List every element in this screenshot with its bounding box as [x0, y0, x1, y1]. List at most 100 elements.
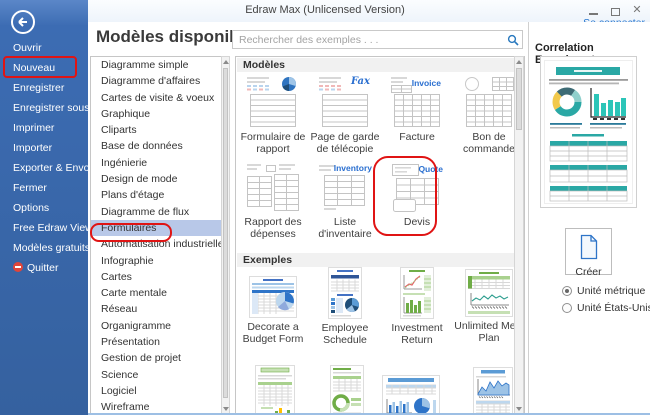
- category-infographie[interactable]: Infographie: [91, 253, 230, 269]
- blue-report-thumbnail: [382, 375, 440, 414]
- meal-plan-thumbnail: [465, 269, 513, 317]
- category-list: Diagramme simple Diagramme d'affaires Ca…: [90, 56, 230, 415]
- category-scrollbar-thumb[interactable]: [223, 68, 228, 398]
- minimize-button[interactable]: [586, 3, 600, 17]
- sidebar-item-options[interactable]: Options: [0, 198, 88, 218]
- scroll-up-icon[interactable]: [515, 57, 523, 67]
- example-label: Decorate a Budget Form: [242, 321, 304, 345]
- inventory-badge: Inventory: [333, 163, 372, 173]
- sidebar-item-quitter[interactable]: Quitter: [0, 258, 88, 278]
- category-scrollbar[interactable]: [221, 56, 230, 415]
- templates-scrollbar[interactable]: [514, 56, 524, 415]
- sidebar-item-fermer[interactable]: Fermer: [0, 178, 88, 198]
- example-decorate-a-budget-form[interactable]: Decorate a Budget Form: [238, 271, 308, 345]
- template-devis[interactable]: Quote Devis: [382, 163, 452, 228]
- example-investment-return[interactable]: Investment Return: [382, 267, 452, 346]
- green-report-thumbnail: [255, 365, 295, 414]
- example-label: Investment Return: [391, 322, 443, 346]
- unit-metric-label: Unité métrique: [577, 285, 646, 297]
- employee-schedule-thumbnail: [328, 267, 362, 319]
- fax-badge: Fax: [351, 76, 370, 87]
- quote-badge: Quote: [418, 164, 443, 174]
- close-button[interactable]: ✕: [630, 3, 644, 17]
- template-formulaire-de-rapport[interactable]: Formulaire de rapport: [238, 76, 308, 155]
- investment-return-thumbnail: [400, 267, 434, 319]
- template-label: Formulaire de rapport: [240, 131, 306, 155]
- category-diagramme-de-flux[interactable]: Diagramme de flux: [91, 204, 230, 220]
- maximize-icon: [610, 7, 620, 16]
- category-diagramme-simple[interactable]: Diagramme simple: [91, 57, 230, 73]
- unit-us-label: Unité États-Unis: [577, 302, 650, 314]
- category-cartes[interactable]: Cartes: [91, 269, 230, 285]
- category-automatisation-industrielle[interactable]: Automatisation industrielle: [91, 236, 230, 252]
- sidebar-item-ouvrir[interactable]: Ouvrir: [0, 38, 88, 58]
- category-science[interactable]: Science: [91, 367, 230, 383]
- category-design-de-mode[interactable]: Design de mode: [91, 171, 230, 187]
- examples-section-header: Exemples: [237, 253, 515, 267]
- category-ingenierie[interactable]: Ingénierie: [91, 155, 230, 171]
- category-gestion-de-projet[interactable]: Gestion de projet: [91, 350, 230, 366]
- blue-area-chart-thumbnail: [473, 367, 513, 414]
- close-icon: ✕: [632, 4, 642, 16]
- example-label: Employee Schedule: [321, 322, 369, 346]
- category-logiciel[interactable]: Logiciel: [91, 383, 230, 399]
- category-organigramme[interactable]: Organigramme: [91, 318, 230, 334]
- preview-panel: Correlation Experiment: [528, 22, 650, 415]
- create-button-label: Créer: [575, 266, 602, 278]
- backstage-sidebar: Ouvrir Nouveau Enregistrer Enregistrer s…: [0, 0, 104, 415]
- sidebar-item-free-edraw-viewer[interactable]: Free Edraw Viewer: [0, 218, 102, 238]
- expense-report-thumbnail-icon: [247, 164, 299, 211]
- example-thumbnail-partial-1[interactable]: [240, 365, 310, 414]
- green-donut-thumbnail: [330, 365, 364, 414]
- sidebar-item-exporter-envoyer[interactable]: Exporter & Envoyer: [0, 158, 104, 178]
- search-input[interactable]: [237, 32, 502, 47]
- purchase-order-thumbnail-icon: [465, 77, 514, 127]
- titlebar: Edraw Max (Unlicensed Version) ✕: [0, 0, 650, 22]
- create-button[interactable]: Créer: [565, 228, 612, 278]
- template-rapport-des-depenses[interactable]: Rapport des dépenses: [238, 163, 308, 240]
- sidebar-item-enregistrer[interactable]: Enregistrer: [0, 78, 88, 98]
- category-diagramme-affaires[interactable]: Diagramme d'affaires: [91, 73, 230, 89]
- category-reseau[interactable]: Réseau: [91, 301, 230, 317]
- category-base-de-donnees[interactable]: Base de données: [91, 138, 230, 154]
- template-label: Page de garde de télécopie: [310, 131, 380, 155]
- category-cartes-visite[interactable]: Cartes de visite & voeux: [91, 90, 230, 106]
- back-button[interactable]: [10, 9, 36, 35]
- radio-unselected-icon: [562, 303, 572, 313]
- unit-metric-radio[interactable]: Unité métrique: [562, 285, 645, 297]
- sidebar-item-imprimer[interactable]: Imprimer: [0, 118, 88, 138]
- sidebar-item-nouveau[interactable]: Nouveau: [0, 58, 88, 78]
- template-label: Facture: [399, 131, 435, 143]
- scroll-up-icon[interactable]: [222, 57, 229, 67]
- category-graphique[interactable]: Graphique: [91, 106, 230, 122]
- template-facture[interactable]: Invoice Facture: [382, 76, 452, 143]
- templates-section-header: Modèles: [237, 58, 515, 72]
- templates-scrollbar-thumb[interactable]: [516, 68, 522, 130]
- sidebar-item-enregistrer-sous[interactable]: Enregistrer sous: [0, 98, 89, 118]
- invoice-badge: Invoice: [411, 78, 441, 88]
- category-plans-etage[interactable]: Plans d'étage: [91, 187, 230, 203]
- report-form-thumbnail-icon: [247, 77, 296, 127]
- sidebar-item-importer[interactable]: Importer: [0, 138, 88, 158]
- template-liste-inventaire[interactable]: Inventory Liste d'inventaire: [310, 163, 380, 240]
- template-preview-image: [540, 56, 637, 208]
- budget-form-thumbnail: [249, 276, 297, 318]
- sidebar-item-modeles-gratuits[interactable]: Modèles gratuits...: [0, 238, 99, 258]
- window-title: Edraw Max (Unlicensed Version): [245, 4, 405, 16]
- templates-panel: Modèles Formulaire de rapport Fax Page d…: [235, 56, 525, 415]
- category-presentation[interactable]: Présentation: [91, 334, 230, 350]
- search-box: [232, 30, 523, 49]
- template-label: Liste d'inventaire: [318, 216, 372, 240]
- template-page-de-garde-de-telecopie[interactable]: Fax Page de garde de télécopie: [310, 76, 380, 155]
- example-thumbnail-partial-3[interactable]: [376, 375, 446, 414]
- category-cliparts[interactable]: Cliparts: [91, 122, 230, 138]
- category-formulaires[interactable]: Formulaires: [91, 219, 230, 237]
- example-thumbnail-partial-2[interactable]: [312, 365, 382, 414]
- category-carte-mentale[interactable]: Carte mentale: [91, 285, 230, 301]
- example-employee-schedule[interactable]: Employee Schedule: [310, 267, 380, 346]
- radio-selected-icon: [562, 286, 572, 296]
- search-icon[interactable]: [507, 34, 519, 46]
- quit-icon: [13, 262, 23, 272]
- unit-us-radio[interactable]: Unité États-Unis: [562, 302, 650, 314]
- maximize-button[interactable]: [608, 3, 622, 17]
